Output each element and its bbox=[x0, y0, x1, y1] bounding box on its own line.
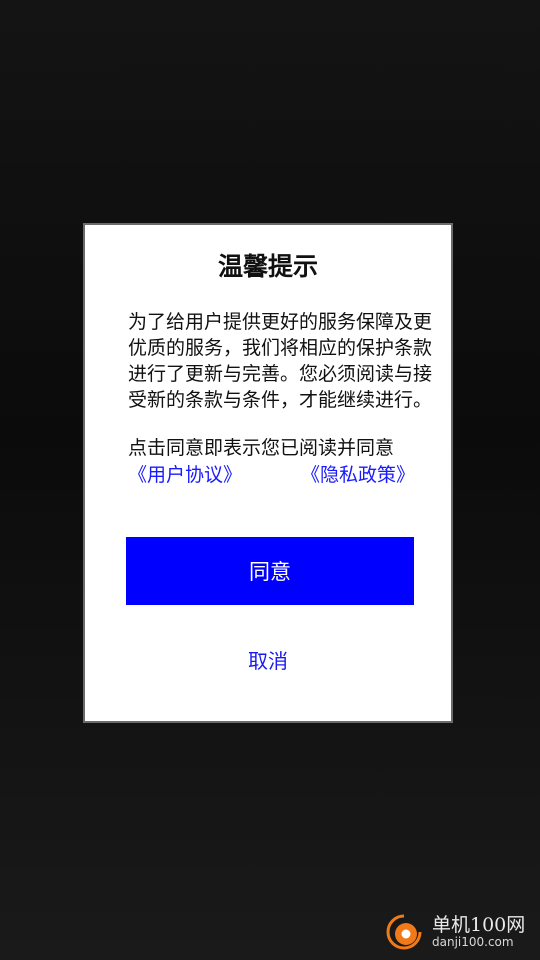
privacy-policy-link[interactable]: 《隐私政策》 bbox=[301, 462, 415, 488]
agree-button[interactable]: 同意 bbox=[126, 537, 414, 605]
dialog-message: 为了给用户提供更好的服务保障及更优质的服务，我们将相应的保护条款进行了更新与完善… bbox=[128, 311, 433, 411]
privacy-dialog: 温馨提示 为了给用户提供更好的服务保障及更优质的服务，我们将相应的保护条款进行了… bbox=[83, 223, 453, 723]
cancel-button[interactable]: 取消 bbox=[85, 645, 451, 674]
watermark: 单机100网 danji100.com bbox=[384, 908, 534, 956]
watermark-url: danji100.com bbox=[432, 935, 514, 949]
consent-text: 点击同意即表示您已阅读并同意 bbox=[128, 437, 395, 459]
screen-background: 温馨提示 为了给用户提供更好的服务保障及更优质的服务，我们将相应的保护条款进行了… bbox=[0, 0, 540, 960]
watermark-name: 单机100网 bbox=[432, 914, 526, 936]
dialog-title: 温馨提示 bbox=[217, 252, 318, 281]
user-agreement-link[interactable]: 《用户协议》 bbox=[128, 462, 242, 488]
watermark-logo-icon bbox=[386, 914, 422, 950]
